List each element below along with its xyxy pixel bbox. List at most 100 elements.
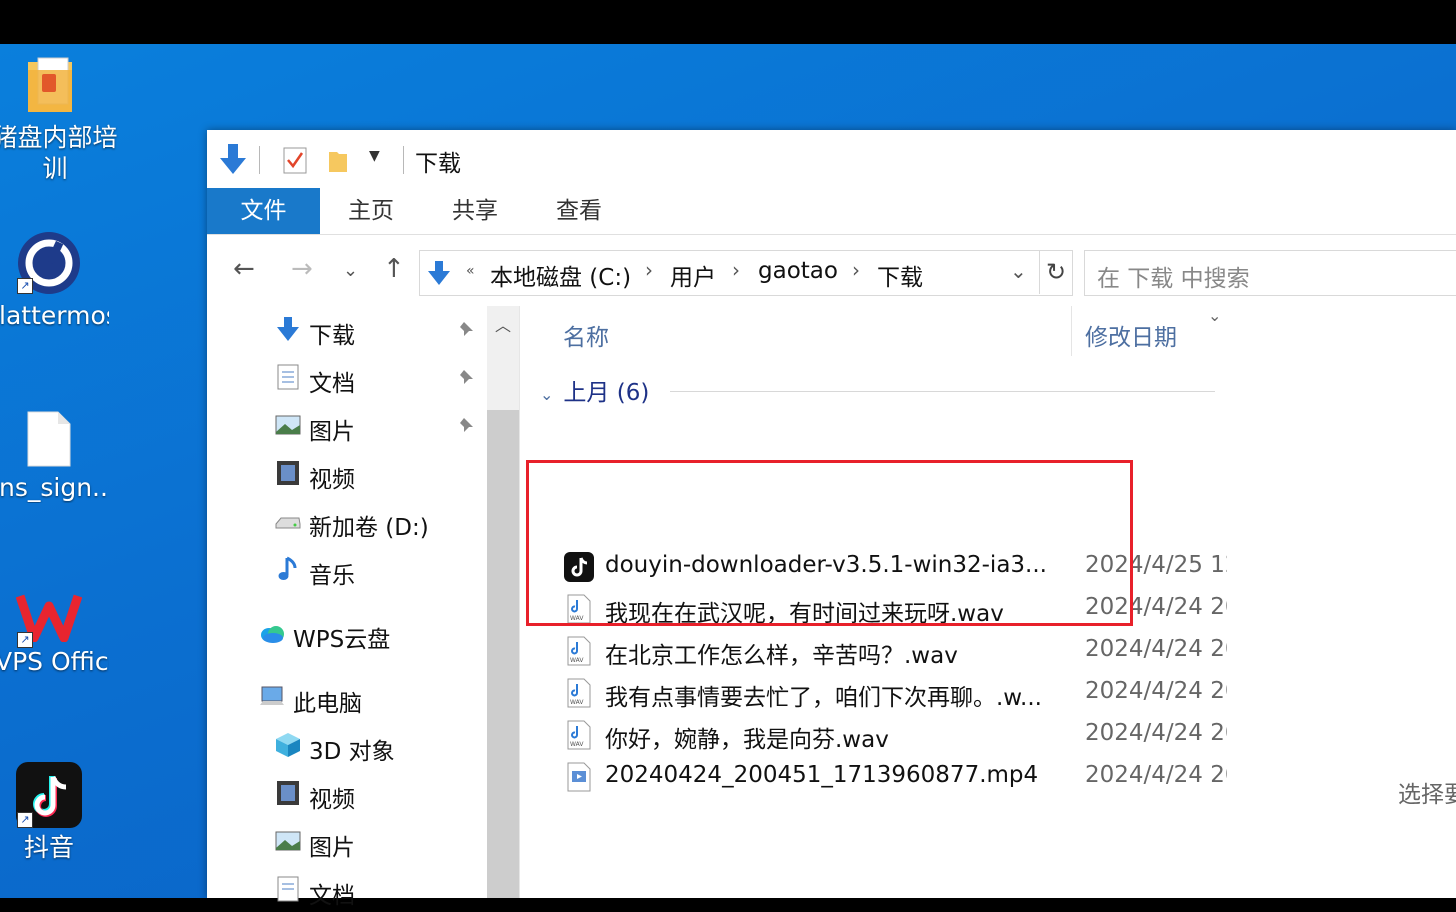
quick-access-toolbar: ▼ 下载 <box>207 130 1456 188</box>
nav-pane-scrollbar[interactable]: ︿ <box>487 306 519 898</box>
nav-item-pc-documents[interactable]: 文档 <box>275 872 485 912</box>
download-folder-icon <box>428 261 450 285</box>
scrollbar-thumb[interactable] <box>487 410 519 898</box>
customize-toolbar-dropdown-icon[interactable]: ▼ <box>369 148 380 164</box>
forward-arrow-icon[interactable]: → <box>291 254 313 284</box>
pin-icon[interactable] <box>457 368 475 386</box>
overflow-chevron-icon[interactable]: « <box>466 263 475 279</box>
tab-file[interactable]: 文件 <box>207 188 320 234</box>
documents-icon <box>277 364 299 390</box>
group-header-last-month[interactable]: ⌄ 上月 (6) <box>540 373 649 407</box>
file-date: 2024/4/24 20 <box>1085 720 1227 746</box>
ribbon-tabs: 文件 主页 共享 查看 <box>207 188 1456 235</box>
file-row[interactable]: WAV 我有点事情要去忙了，咱们下次再聊。.w... 2024/4/24 20 <box>560 672 1240 714</box>
pictures-icon <box>275 415 301 435</box>
search-box[interactable]: 在 下载 中搜索 <box>1084 250 1456 296</box>
wav-file-icon: WAV <box>567 720 591 750</box>
nav-item-3d-objects[interactable]: 3D 对象 <box>275 728 485 768</box>
shortcut-arrow-icon: ↗ <box>17 632 33 648</box>
tab-view[interactable]: 查看 <box>541 188 617 234</box>
pin-icon[interactable] <box>457 416 475 434</box>
nav-item-drive-d[interactable]: 新加卷 (D:) <box>275 504 485 544</box>
desktop-icon-training-folder[interactable]: 猪盘内部培训 <box>0 56 118 184</box>
breadcrumb-separator-icon[interactable]: › <box>852 258 860 282</box>
tab-share[interactable]: 共享 <box>437 188 513 234</box>
music-icon <box>278 556 297 580</box>
address-dropdown-chevron-icon[interactable]: ⌄ <box>1010 259 1027 283</box>
scroll-up-icon[interactable]: ︿ <box>495 312 511 336</box>
wav-file-icon: WAV <box>567 678 591 708</box>
file-row[interactable]: WAV 你好，婉静，我是向芬.wav 2024/4/24 20 <box>560 714 1240 756</box>
svg-text:WAV: WAV <box>570 657 584 664</box>
desktop-icon-label: ns_sign.... <box>0 473 109 502</box>
properties-icon[interactable] <box>283 146 307 174</box>
desktop-icon-sign-file[interactable]: ns_sign.... <box>0 410 109 503</box>
navigation-pane: 下载 文档 图片 视频 新加卷 (D:) 音乐 WPS云盘 此电脑 3D 对象 … <box>207 306 519 909</box>
desktop-icon-wps-office[interactable]: ↗ VPS Office <box>0 592 109 677</box>
documents-icon <box>277 876 299 902</box>
address-bar[interactable]: « 本地磁盘 (C:) › 用户 › gaotao › 下载 ⌄ <box>419 250 1073 296</box>
desktop-icon-douyin[interactable]: ↗ 抖音 <box>0 762 109 863</box>
breadcrumb-gaotao[interactable]: gaotao <box>758 258 838 284</box>
search-placeholder: 在 下载 中搜索 <box>1097 266 1250 292</box>
file-row[interactable]: WAV 我现在在武汉呢，有时间过来玩呀.wav 2024/4/24 20 <box>560 588 1240 630</box>
document-icon <box>27 411 71 467</box>
nav-item-pc-pictures[interactable]: 图片 <box>275 824 485 864</box>
tiktok-icon <box>564 552 594 582</box>
svg-text:WAV: WAV <box>570 741 584 748</box>
cloud-icon <box>261 626 284 643</box>
column-divider[interactable] <box>1071 306 1072 356</box>
nav-item-pc-videos[interactable]: 视频 <box>275 776 485 816</box>
desktop-icon-label: lattermost <box>0 301 109 330</box>
navigation-bar: ← → ⌄ ↑ « 本地磁盘 (C:) › 用户 › gaotao › 下载 ⌄… <box>207 234 1456 306</box>
drive-icon <box>275 517 301 529</box>
file-date: 2024/4/24 20 <box>1085 594 1227 620</box>
download-arrow-icon[interactable] <box>217 142 249 176</box>
svg-text:WAV: WAV <box>570 699 584 706</box>
file-date: 2024/4/24 20 <box>1085 636 1227 662</box>
desktop-icon-label: VPS Office <box>0 647 109 676</box>
wav-file-icon: WAV <box>567 636 591 666</box>
breadcrumb-users[interactable]: 用户 <box>670 258 716 292</box>
desktop-icon-label: 猪盘内部培训 <box>0 123 118 183</box>
toolbar-separator <box>403 146 404 174</box>
column-header-name[interactable]: 名称 <box>563 318 609 352</box>
column-header-modified[interactable]: 修改日期 <box>1085 318 1177 352</box>
breadcrumb-downloads[interactable]: 下载 <box>877 258 923 292</box>
shortcut-arrow-icon: ↗ <box>17 278 33 294</box>
breadcrumb-local-disk[interactable]: 本地磁盘 (C:) <box>490 258 631 292</box>
nav-item-videos[interactable]: 视频 <box>275 456 485 496</box>
group-collapse-chevron-icon[interactable]: ⌄ <box>540 385 553 404</box>
nav-item-downloads[interactable]: 下载 <box>275 312 485 352</box>
pin-icon[interactable] <box>457 320 475 338</box>
video-file-icon <box>567 762 591 792</box>
tab-home[interactable]: 主页 <box>333 188 409 234</box>
nav-item-wps-cloud[interactable]: WPS云盘 <box>259 616 485 656</box>
3d-objects-icon <box>276 733 300 757</box>
folder-icon <box>28 57 72 112</box>
file-row[interactable]: douyin-downloader-v3.5.1-win32-ia3... 20… <box>560 546 1240 588</box>
breadcrumb-separator-icon[interactable]: › <box>645 258 653 282</box>
new-folder-icon[interactable] <box>327 148 349 174</box>
file-name: douyin-downloader-v3.5.1-win32-ia3... <box>605 552 1047 578</box>
videos-icon <box>277 461 299 485</box>
nav-item-documents[interactable]: 文档 <box>275 360 485 400</box>
nav-item-pictures[interactable]: 图片 <box>275 408 485 448</box>
breadcrumb-separator-icon[interactable]: › <box>732 258 740 282</box>
desktop-icon-mattermost[interactable]: ↗ lattermost <box>0 230 109 331</box>
up-arrow-icon[interactable]: ↑ <box>383 254 405 284</box>
file-name: 我有点事情要去忙了，咱们下次再聊。.w... <box>605 685 1042 711</box>
file-date: 2024/4/25 12 <box>1085 552 1227 578</box>
file-row[interactable]: 20240424_200451_1713960877.mp4 2024/4/24… <box>560 756 1240 798</box>
nav-item-music[interactable]: 音乐 <box>275 552 485 592</box>
file-date: 2024/4/24 20 <box>1085 678 1227 704</box>
nav-item-this-pc[interactable]: 此电脑 <box>259 680 485 720</box>
pictures-icon <box>275 831 301 851</box>
sort-chevron-icon[interactable]: ⌄ <box>1208 306 1221 325</box>
recent-locations-chevron-icon[interactable]: ⌄ <box>343 260 358 281</box>
preview-hint-text: 选择要 <box>1398 782 1456 808</box>
file-row[interactable]: WAV 在北京工作怎么样，辛苦吗？.wav 2024/4/24 20 <box>560 630 1240 672</box>
file-name: 20240424_200451_1713960877.mp4 <box>605 762 1039 788</box>
back-arrow-icon[interactable]: ← <box>233 254 255 284</box>
refresh-icon[interactable]: ↻ <box>1039 250 1072 294</box>
